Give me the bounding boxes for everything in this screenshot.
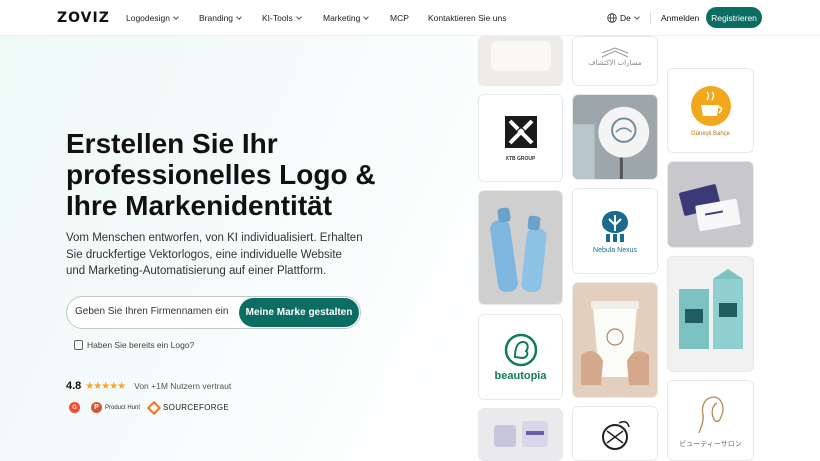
gallery-card-beautopia: beautopia [478, 314, 563, 400]
product-shape [490, 41, 551, 71]
nav-label: Marketing [323, 13, 361, 23]
producthunt-label: Product Hunt [105, 404, 141, 411]
have-logo-link[interactable]: Haben Sie bereits ein Logo? [74, 340, 194, 350]
nebula-logo-icon [602, 210, 628, 242]
star-rating-icon: ★★★★★ [85, 380, 126, 392]
gallery-card-japanese: ビューティーサロン [667, 380, 754, 461]
nav-mcp[interactable]: MCP [390, 0, 409, 36]
woman-profile-logo-icon [697, 395, 724, 433]
nav-label: Kontaktieren Sie uns [428, 13, 507, 23]
gallery-card-gunesli: Güneşli Bahçe [667, 68, 754, 153]
arabic-logo-text: مسارات الاكتشاف [588, 59, 642, 67]
gallery-card-arabic: مسارات الاكتشاف [572, 36, 658, 86]
book-logo-icon [601, 47, 629, 58]
create-brand-button[interactable]: Meine Marke gestalten [239, 298, 359, 327]
language-label: De [620, 13, 631, 23]
beautopia-logo-text: beautopia [494, 369, 547, 382]
sourceforge-logo-icon [146, 400, 162, 415]
company-name-form: Meine Marke gestalten [66, 296, 361, 329]
globe-icon [607, 13, 617, 23]
nav-ki-tools[interactable]: KI-Tools [262, 0, 302, 36]
gallery-card-sketch [572, 406, 658, 461]
nav-label: Branding [199, 13, 234, 23]
top-navbar: ZOVIZ Logodesign Branding KI-Tools Marke… [0, 0, 820, 36]
producthunt-logo-icon: P [91, 402, 102, 413]
beautopia-logo-icon [504, 333, 537, 366]
sourceforge-label: SOURCEFORGE [163, 403, 230, 412]
bottle-mockup [489, 207, 546, 292]
business-card-mockup [678, 183, 741, 231]
chevron-down-icon [173, 13, 179, 20]
xtb-logo-icon [504, 116, 537, 148]
gunesli-logo-text: Güneşli Bahçe [690, 130, 731, 137]
chevron-down-icon [363, 13, 370, 20]
rating-row: 4.8 ★★★★★ Von +1M Nutzern vertraut [66, 380, 231, 392]
gallery-card-bottle-photo [478, 190, 563, 305]
nav-marketing[interactable]: Marketing [323, 0, 370, 36]
hero-subtitle: Vom Menschen entworfen, von KI individua… [66, 230, 376, 280]
g2-logo-icon: G [69, 402, 80, 413]
gallery-card-businesscard-photo [667, 161, 754, 248]
coffee-logo-icon [690, 85, 731, 126]
chevron-down-icon [236, 13, 242, 20]
coffee-cup-mockup [581, 301, 649, 385]
hero-subtitle-line: und Marketing-Automatisierung auf einer … [66, 265, 327, 277]
producthunt-badge: P Product Hunt [91, 402, 140, 413]
upload-icon [74, 340, 83, 350]
xtb-logo-text: XTB GROUP [505, 156, 536, 162]
gallery-card-box-photo [478, 408, 563, 461]
gallery-card-cup-photo [572, 282, 658, 398]
nebula-logo-text: Nebula Nexus [593, 246, 637, 254]
sign-mockup [573, 106, 650, 179]
nav-branding[interactable]: Branding [199, 0, 242, 36]
have-logo-label: Haben Sie bereits ein Logo? [87, 340, 195, 350]
gallery-card-nebula: Nebula Nexus [572, 188, 658, 274]
box-mockup [493, 420, 548, 447]
sourceforge-badge: SOURCEFORGE [146, 400, 230, 415]
gallery-card-product-photo [478, 36, 563, 86]
sketch-logo-icon [602, 420, 630, 450]
japanese-logo-text: ビューティーサロン [679, 439, 742, 448]
review-badges: G P Product Hunt SOURCEFORGE [69, 400, 230, 415]
hero-title-line: Erstellen Sie Ihr [66, 128, 278, 159]
trust-text: Von +1M Nutzern vertraut [134, 381, 232, 391]
language-selector[interactable]: De [607, 0, 640, 36]
gallery-card-sign-photo [572, 94, 658, 180]
register-button[interactable]: Registrieren [706, 7, 762, 28]
nav-label: Logodesign [126, 13, 170, 23]
chevron-down-icon [634, 13, 640, 20]
nav-label: KI-Tools [262, 13, 293, 23]
company-name-input[interactable] [75, 306, 235, 317]
nav-logodesign[interactable]: Logodesign [126, 0, 179, 36]
packaging-mockup [678, 269, 743, 349]
nav-divider [650, 12, 651, 24]
nav-contact[interactable]: Kontaktieren Sie uns [428, 0, 506, 36]
gallery-card-xtb: XTB GROUP [478, 94, 563, 182]
hero-title: Erstellen Sie Ihr professionelles Logo &… [66, 128, 396, 221]
chevron-down-icon [295, 13, 302, 20]
hero-subtitle-line: Vom Menschen entworfen, von KI individua… [66, 232, 363, 244]
login-link[interactable]: Anmelden [661, 0, 699, 36]
hero-title-line: Ihre Markenidentität [66, 190, 333, 221]
rating-value: 4.8 [66, 380, 82, 392]
gallery-card-packaging-photo [667, 256, 754, 372]
hero-subtitle-line: Sie druckfertige Vektorlogos, eine indiv… [66, 248, 342, 261]
nav-label: MCP [390, 13, 409, 23]
brand-logo[interactable]: ZOVIZ [57, 10, 110, 26]
hero-title-line: professionelles Logo & [66, 159, 376, 190]
